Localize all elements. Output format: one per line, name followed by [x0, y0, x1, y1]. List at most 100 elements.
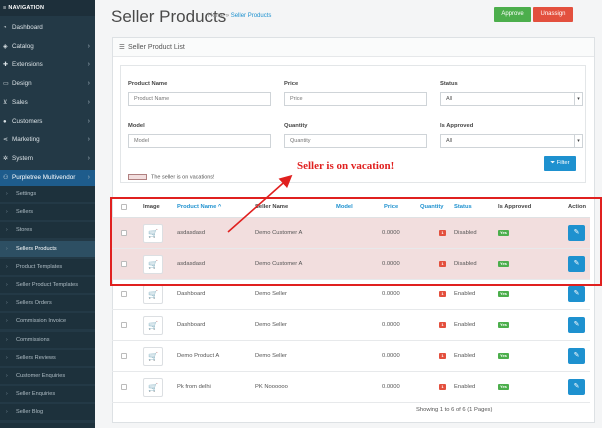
edit-button[interactable]: ✎ — [568, 225, 585, 241]
edit-button[interactable]: ✎ — [568, 378, 585, 395]
status-cell: Enabled — [454, 352, 476, 359]
row-checkbox[interactable] — [121, 230, 127, 236]
navigation-header: ≡ NAVIGATION — [0, 0, 95, 16]
product-name-input[interactable] — [128, 92, 271, 106]
puzzle-icon: ✚ — [3, 62, 9, 69]
cart-icon: 🛒 — [148, 382, 158, 392]
cart-icon: 🛒 — [148, 290, 158, 300]
sidebar-item-catalog[interactable]: ◈ Catalog › — [0, 39, 95, 55]
status-select[interactable]: All ▾ — [440, 92, 583, 106]
edit-button[interactable]: ✎ — [568, 286, 585, 303]
sidebar-subitem-seller-blog[interactable]: › Seller Blog — [0, 404, 95, 421]
sidebar-item-purpletree-multivendor[interactable]: ⚇ Purpletree Multivendor › — [0, 169, 95, 186]
product-name-cell: asdasdasd — [177, 260, 206, 267]
filter-button[interactable]: ⏷ Filter — [544, 156, 576, 171]
sidebar-subitem-sellers-orders[interactable]: › Sellers Orders — [0, 295, 95, 312]
seller-name-cell: PK Noooooo — [255, 383, 288, 390]
row-checkbox[interactable] — [121, 383, 127, 390]
edit-button[interactable]: ✎ — [568, 347, 585, 364]
angle-right-icon: › — [6, 423, 16, 428]
cart-icon: ⊻ — [3, 99, 8, 106]
select-all-checkbox[interactable] — [121, 204, 127, 210]
col-status[interactable]: Status — [454, 196, 472, 218]
sidebar-subitem-seller-enquiries[interactable]: › Seller Enquiries — [0, 386, 95, 403]
product-name-label: Product Name — [128, 81, 168, 87]
sidebar-subitem-seller-product-templates[interactable]: › Seller Product Templates — [0, 277, 95, 293]
col-model[interactable]: Model — [336, 196, 353, 218]
row-checkbox[interactable] — [121, 322, 127, 329]
is-approved-select[interactable]: All ▾ — [440, 134, 583, 148]
quantity-badge: 1 — [439, 291, 446, 298]
unassign-button[interactable]: Unassign — [533, 7, 573, 22]
approve-button[interactable]: Approve — [494, 7, 531, 22]
row-checkbox[interactable] — [121, 352, 127, 359]
row-checkbox[interactable] — [121, 260, 127, 267]
angle-right-icon: › — [6, 373, 8, 379]
sidebar-item-sales[interactable]: ⊻ Sales › — [0, 95, 95, 111]
model-input[interactable] — [128, 134, 271, 148]
sidebar-item-dashboard[interactable]: ◔ Dashboard — [0, 20, 95, 36]
dashboard-icon: ◔ — [3, 25, 7, 31]
cart-icon: 🛒 — [148, 321, 158, 331]
product-thumbnail: 🛒 — [143, 316, 163, 336]
product-thumbnail: 🛒 — [143, 254, 163, 274]
col-quantity[interactable]: Quantity — [420, 196, 444, 218]
panel-heading: ☰ Seller Product List — [113, 38, 594, 57]
angle-right-icon: › — [6, 245, 8, 252]
quantity-badge: 1 — [439, 352, 446, 359]
chevron-right-icon: › — [87, 154, 90, 162]
price-input[interactable] — [284, 92, 427, 106]
seller-name-cell: Demo Seller — [255, 291, 287, 298]
angle-right-icon: › — [6, 354, 8, 361]
share-icon: ⋖ — [3, 137, 9, 144]
edit-button[interactable]: ✎ — [568, 317, 585, 334]
sidebar-item-customers[interactable]: ● Customers › — [0, 114, 95, 130]
product-name-cell: Dashboard — [177, 322, 206, 329]
vacation-legend: The seller is on vacations! — [128, 174, 215, 180]
quantity-badge: 1 — [439, 322, 446, 329]
price-label: Price — [284, 81, 299, 87]
col-product-name[interactable]: Product Name ^ — [177, 196, 221, 218]
monitor-icon: ▭ — [3, 81, 9, 88]
sidebar-subitem-settings[interactable]: › Settings — [0, 186, 95, 202]
sidebar-subitem-sellers-products[interactable]: › Sellers Products — [0, 240, 95, 257]
table-row: 🛒 Dashboard Demo Seller 0.0000 1 Enabled Yes ✎ — [112, 279, 590, 311]
product-name-cell: Demo Product A — [177, 352, 220, 359]
approved-badge: Yes — [498, 383, 509, 390]
status-cell: Enabled — [454, 322, 476, 329]
row-checkbox[interactable] — [121, 291, 127, 298]
pencil-icon: ✎ — [573, 321, 580, 329]
chevron-down-icon: ▾ — [574, 135, 582, 147]
approved-badge: Yes — [498, 291, 509, 298]
chevron-right-icon: › — [87, 117, 90, 125]
angle-right-icon: › — [6, 300, 8, 307]
sidebar-subitem-stores[interactable]: › Stores — [0, 222, 95, 239]
sidebar-subitem-commissions[interactable]: › Commissions — [0, 331, 95, 348]
angle-right-icon: › — [6, 318, 8, 325]
sidebar-subitem-product-templates[interactable]: › Product Templates — [0, 258, 95, 275]
sidebar-item-system[interactable]: ✲ System › — [0, 151, 95, 167]
menu-bars-icon: ≡ — [3, 5, 7, 11]
table-row: 🛒 Dashboard Demo Seller 0.0000 1 Enabled Yes ✎ — [112, 310, 590, 342]
sidebar-item-extensions[interactable]: ✚ Extensions › — [0, 57, 95, 73]
chevron-right-icon: › — [87, 136, 90, 144]
sidebar-subitem-sellers-reviews[interactable]: › Sellers Reviews — [0, 349, 95, 366]
price-cell: 0.0000 — [382, 383, 400, 390]
status-cell: Disabled — [454, 230, 477, 236]
sidebar-subitem-customer-enquiries[interactable]: › Customer Enquiries — [0, 368, 95, 384]
col-action: Action — [568, 204, 587, 210]
status-cell: Enabled — [454, 383, 476, 390]
edit-button[interactable]: ✎ — [568, 255, 585, 272]
sidebar-item-design[interactable]: ▭ Design › — [0, 76, 95, 92]
breadcrumb-home[interactable]: Home — [208, 13, 224, 19]
product-name-cell: asdasdasd — [177, 230, 206, 236]
col-price[interactable]: Price — [384, 196, 398, 218]
sidebar-subitem-commission-invoice[interactable]: › Commission Invoice — [0, 313, 95, 330]
angle-right-icon: › — [6, 336, 8, 343]
sidebar-item-marketing[interactable]: ⋖ Marketing › — [0, 132, 95, 148]
quantity-input[interactable] — [284, 134, 427, 148]
sidebar-subitem-sellers[interactable]: › Sellers — [0, 204, 95, 221]
pencil-icon: ✎ — [573, 290, 580, 298]
sidebar-subitem-category-commission[interactable]: ›Category Commission — [0, 422, 95, 428]
breadcrumb-current[interactable]: Seller Products — [231, 13, 272, 19]
